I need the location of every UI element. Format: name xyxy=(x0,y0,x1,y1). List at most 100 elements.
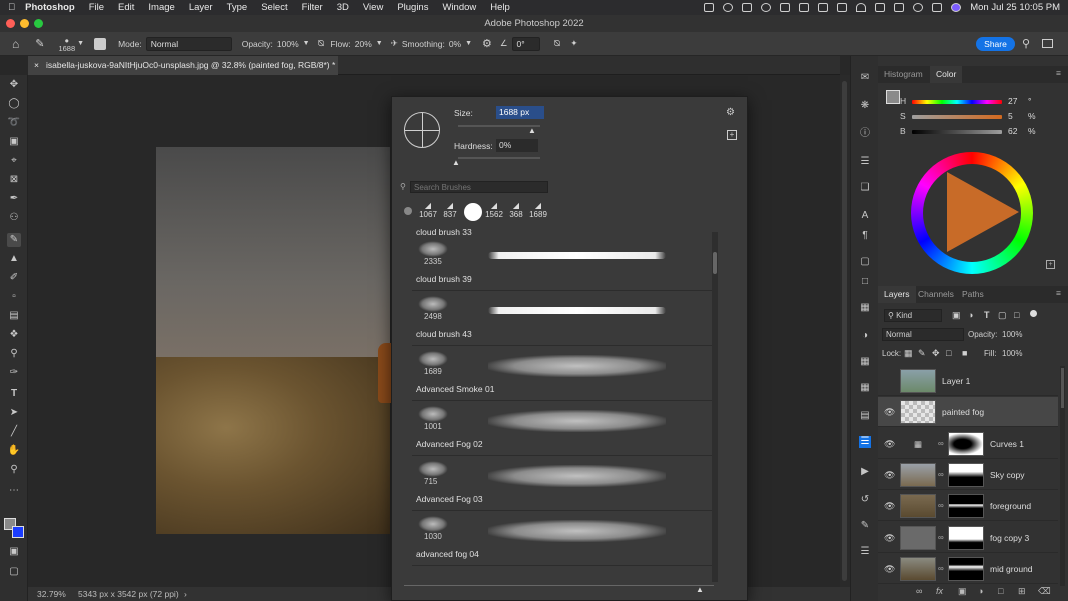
tab-channels[interactable]: Channels xyxy=(918,286,954,303)
brush-preset-row[interactable]: 1001 Advanced Fog 02 xyxy=(412,402,718,456)
brush-preset-row[interactable]: 2335 cloud brush 39 xyxy=(412,237,718,291)
opacity-value[interactable]: 100% xyxy=(277,39,299,49)
menu-filter[interactable]: Filter xyxy=(302,2,323,13)
visibility-eye-icon[interactable]: 👁 xyxy=(884,439,895,450)
gradients-icon[interactable]: ▤ xyxy=(859,410,871,422)
tab-color[interactable]: Color xyxy=(930,66,963,83)
layer-thumbnail[interactable] xyxy=(900,556,936,581)
info-icon[interactable]: ⓘ xyxy=(859,128,871,140)
eyedropper-tool-icon[interactable]: ✒ xyxy=(7,192,21,206)
layer-name[interactable]: mid ground xyxy=(990,564,1033,574)
layer-row[interactable]: 👁 ∞ Sky copy xyxy=(878,460,1058,490)
brush-preset-row[interactable]: 715 Advanced Fog 03 xyxy=(412,457,718,511)
path-selection-tool-icon[interactable]: ➤ xyxy=(7,406,21,420)
notes-icon[interactable]: □ xyxy=(859,276,871,288)
comments-icon[interactable]: ✉ xyxy=(859,72,871,84)
layers-menu-icon[interactable]: ≡ xyxy=(1056,288,1061,298)
trash-icon[interactable]: ⌫ xyxy=(1038,586,1051,597)
menu-app-name[interactable]: Photoshop xyxy=(25,2,75,13)
dropbox-icon[interactable] xyxy=(742,3,753,12)
popup-bottom-slider[interactable] xyxy=(404,585,714,586)
visibility-eye-icon[interactable]: 👁 xyxy=(884,533,895,544)
stamp-tool-icon[interactable]: ▲ xyxy=(7,252,21,266)
layer-mask-thumbnail[interactable] xyxy=(948,431,984,456)
brightness-slider[interactable] xyxy=(912,130,1002,134)
quick-mask-icon[interactable]: ▣ xyxy=(7,545,21,559)
recent-brush-1[interactable]: ◢ 1067 xyxy=(418,201,438,223)
smoothing-value[interactable]: 0% xyxy=(449,39,461,49)
layer-name[interactable]: Curves 1 xyxy=(990,439,1024,449)
marquee-tool-icon[interactable]: ◯ xyxy=(7,97,21,111)
siri-icon[interactable] xyxy=(951,3,962,12)
brush-tool-icon[interactable]: ✎ xyxy=(35,37,44,50)
actions-icon[interactable]: ▶ xyxy=(859,466,871,478)
kind-filter-select[interactable]: ⚲ Kind xyxy=(884,309,942,322)
lock-transparency-icon[interactable]: ▦ xyxy=(904,348,913,359)
saturation-value[interactable]: 5 xyxy=(1008,111,1013,121)
brush-tool-icon[interactable]: ✎ xyxy=(7,233,21,247)
layer-thumbnail[interactable] xyxy=(900,400,936,425)
layer-row[interactable]: 👁 ∞ foreground xyxy=(878,491,1058,522)
layer-row[interactable]: 👁 ∞ mid ground xyxy=(878,554,1058,584)
properties-icon[interactable]: ▦ xyxy=(859,302,871,314)
layer-thumbnail[interactable] xyxy=(900,494,936,519)
share-button[interactable]: Share xyxy=(976,37,1015,51)
line-tool-icon[interactable]: ╱ xyxy=(7,425,21,439)
brush-preset-picker[interactable]: ● 1688 xyxy=(58,36,75,53)
libraries-icon[interactable]: ❑ xyxy=(859,182,871,194)
paragraph-icon[interactable]: ¶ xyxy=(859,230,871,242)
lock-all-icon[interactable]: ■ xyxy=(962,348,967,358)
hue-slider[interactable] xyxy=(912,100,1002,104)
add-mask-icon[interactable]: ▣ xyxy=(958,586,967,597)
symmetry-icon[interactable]: ✦ xyxy=(570,38,577,49)
brush-settings-icon[interactable] xyxy=(94,37,107,50)
layer-name[interactable]: Layer 1 xyxy=(942,376,970,386)
healing-tool-icon[interactable]: ⚇ xyxy=(7,211,21,225)
scrollbar-thumb[interactable] xyxy=(842,81,847,581)
filter-adjustment-icon[interactable]: ◑ xyxy=(968,310,973,320)
tab-paths[interactable]: Paths xyxy=(962,286,984,303)
more-tools-icon[interactable]: ⋯ xyxy=(7,484,21,498)
zoom-tool-icon[interactable]: ⚲ xyxy=(7,463,21,477)
filter-toggle-icon[interactable] xyxy=(1030,310,1037,317)
layer-mask-thumbnail[interactable] xyxy=(948,525,984,550)
gear-icon[interactable]: ⚙ xyxy=(482,37,492,50)
history-brush-tool-icon[interactable]: ✐ xyxy=(7,271,21,285)
gear-icon[interactable]: ⚙ xyxy=(726,107,735,118)
frame-tool-icon[interactable]: ⊠ xyxy=(7,173,21,187)
layer-row[interactable]: 👁 ∞ fog copy 3 xyxy=(878,523,1058,553)
visibility-eye-icon[interactable]: 👁 xyxy=(884,564,895,575)
brush-preset-row[interactable]: 1030 advanced fog 04 xyxy=(412,512,718,566)
lock-pixels-icon[interactable]: ✎ xyxy=(918,348,926,359)
workspace-icon[interactable] xyxy=(1042,39,1053,48)
layer-mask-thumbnail[interactable] xyxy=(948,494,984,519)
bluetooth-icon[interactable] xyxy=(837,3,848,12)
hue-value[interactable]: 27 xyxy=(1008,96,1017,106)
filter-smart-icon[interactable]: □ xyxy=(1014,310,1019,320)
smoothing-chevron-icon[interactable]: ▼ xyxy=(465,40,472,47)
keyboard-icon[interactable] xyxy=(894,3,905,12)
vpn-icon[interactable] xyxy=(761,3,772,12)
swatches-icon[interactable]: ▦ xyxy=(859,356,871,368)
menu-image[interactable]: Image xyxy=(148,2,174,13)
recent-brush-3[interactable]: ◢ 1562 xyxy=(484,201,504,223)
pen-tool-icon[interactable]: ✑ xyxy=(7,366,21,380)
flow-chevron-icon[interactable]: ▼ xyxy=(376,40,383,47)
brush-preset-row[interactable]: 1689 Advanced Smoke 01 xyxy=(412,347,718,401)
close-window-button[interactable] xyxy=(6,19,15,28)
chain-link-icon[interactable]: ∞ xyxy=(938,533,944,542)
brushes-icon[interactable]: ✎ xyxy=(859,520,871,532)
styles-icon[interactable]: ◑ xyxy=(859,330,871,342)
document-tab[interactable]: × isabella-juskova-9aNItHjuOc0-unsplash.… xyxy=(28,56,338,75)
blur-tool-icon[interactable]: ❖ xyxy=(7,328,21,342)
panel-menu-icon[interactable]: ≡ xyxy=(1056,68,1061,78)
color-triangle[interactable] xyxy=(947,172,1019,252)
link-layers-icon[interactable]: ∞ xyxy=(916,586,922,596)
menu-plugins[interactable]: Plugins xyxy=(397,2,428,13)
layers-scrollbar[interactable] xyxy=(1060,366,1065,586)
sound-icon[interactable] xyxy=(875,3,886,12)
opacity-chevron-icon[interactable]: ▼ xyxy=(303,40,310,47)
glyphs-icon[interactable]: ▢ xyxy=(859,256,871,268)
apple-icon[interactable]:  xyxy=(8,2,15,13)
clock[interactable]: Mon Jul 25 10:05 PM xyxy=(970,2,1060,13)
